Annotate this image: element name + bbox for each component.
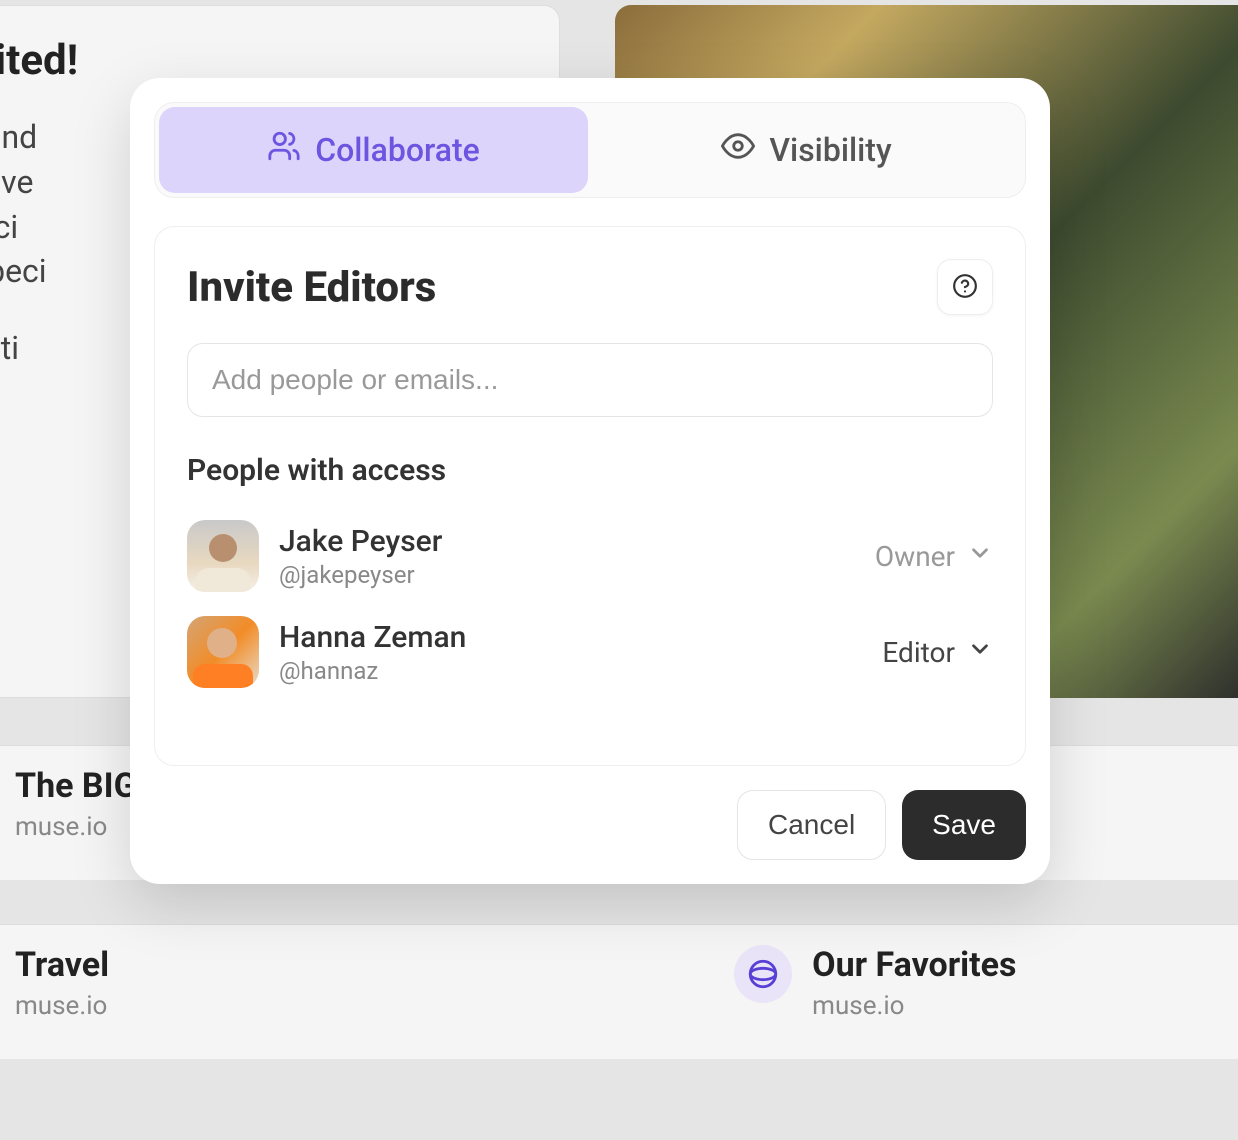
- tab-label: Collaborate: [315, 131, 480, 169]
- invite-panel: Invite Editors People with access Jake P…: [154, 226, 1026, 766]
- person-name: Hanna Zeman: [279, 620, 862, 655]
- modal-actions: Cancel Save: [154, 790, 1026, 860]
- help-button[interactable]: [937, 259, 993, 315]
- share-modal: Collaborate Visibility Invite Editors: [130, 78, 1050, 884]
- chevron-down-icon: [967, 636, 993, 669]
- role-label: Owner: [875, 540, 955, 573]
- access-section-label: People with access: [187, 453, 993, 488]
- invite-input[interactable]: [187, 343, 993, 417]
- bg-item-sub: muse.io: [812, 991, 1016, 1021]
- role-dropdown[interactable]: Editor: [882, 636, 993, 669]
- bg-item-sub: muse.io: [15, 991, 109, 1021]
- avatar: [187, 520, 259, 592]
- person-name: Jake Peyser: [279, 524, 855, 559]
- bg-item-title: Our Favorites: [812, 945, 1016, 985]
- person-handle: @jakepeyser: [279, 561, 855, 589]
- tab-visibility[interactable]: Visibility: [592, 107, 1021, 193]
- favicon-icon: [734, 945, 792, 1003]
- chevron-down-icon: [967, 540, 993, 573]
- tab-collaborate[interactable]: Collaborate: [159, 107, 588, 193]
- eye-icon: [721, 129, 755, 171]
- people-icon: [267, 129, 301, 171]
- help-icon: [952, 273, 978, 302]
- panel-title: Invite Editors: [187, 263, 436, 312]
- save-button[interactable]: Save: [902, 790, 1026, 860]
- modal-tabs: Collaborate Visibility: [154, 102, 1026, 198]
- avatar: [187, 616, 259, 688]
- cancel-button[interactable]: Cancel: [737, 790, 886, 860]
- person-row: Jake Peyser @jakepeyser Owner: [187, 508, 993, 604]
- background-list-item: Travel muse.io Our Favorites muse.io: [0, 924, 1238, 1059]
- person-handle: @hannaz: [279, 657, 862, 685]
- bg-item-title: Travel: [15, 945, 109, 985]
- tab-label: Visibility: [769, 131, 891, 169]
- role-label: Editor: [882, 636, 955, 669]
- person-row: Hanna Zeman @hannaz Editor: [187, 604, 993, 700]
- role-dropdown[interactable]: Owner: [875, 540, 993, 573]
